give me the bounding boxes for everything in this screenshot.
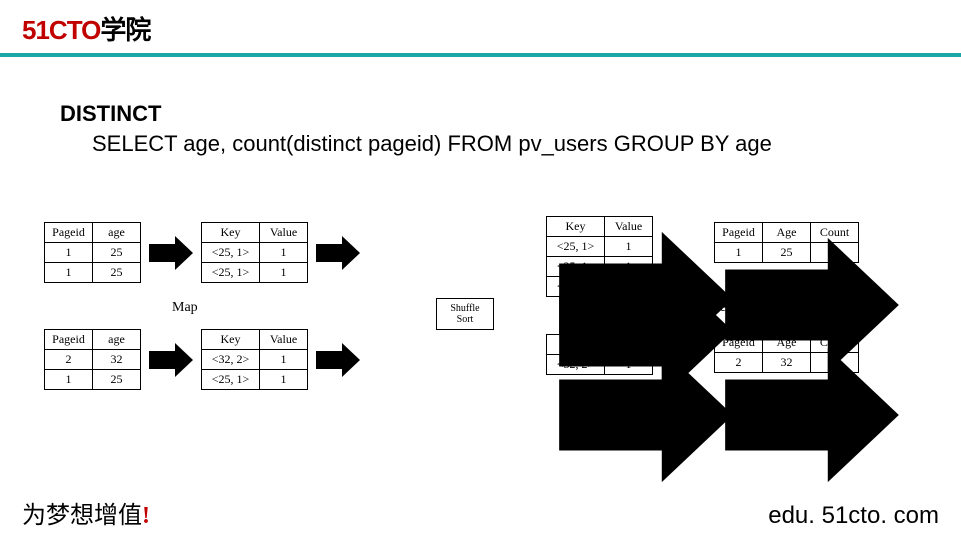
- arrow-icon: [496, 340, 544, 378]
- input-table-2: Pageidage 232 125: [44, 329, 141, 390]
- map-label: Map: [172, 300, 198, 316]
- output-table-1-wrap: PageidAgeCount 1251: [714, 222, 859, 263]
- arrow-icon: [147, 341, 195, 379]
- kv-table-2: KeyValue <32, 2>1 <25, 1>1: [201, 329, 308, 390]
- shuffled-table-2-wrap: KeyValue <32, 2>1: [546, 334, 653, 375]
- slide: 51CTO学院 DISTINCT SELECT age, count(disti…: [0, 0, 961, 540]
- mapreduce-diagram: Map Reduce Shuffle Sort Pageidage 125 12…: [44, 222, 924, 390]
- arrow-icon: [496, 256, 544, 294]
- shuffled-table-1: KeyValue <25, 1>1 <25, 1>1 <25, 1>1: [546, 216, 653, 297]
- footer-domain: edu. 51cto. com: [768, 502, 939, 530]
- section-title: DISTINCT: [60, 101, 901, 127]
- shuffle-label-2: Sort: [437, 314, 493, 325]
- output-table-1: PageidAgeCount 1251: [714, 222, 859, 263]
- input-table-1: Pageidage 125 125: [44, 222, 141, 283]
- content: DISTINCT SELECT age, count(distinct page…: [0, 57, 961, 157]
- slogan-bang: !: [142, 503, 150, 529]
- shuffle-label-1: Shuffle: [437, 303, 493, 314]
- brand-part-1: 51CTO: [22, 15, 100, 45]
- sql-statement: SELECT age, count(distinct pageid) FROM …: [60, 131, 901, 157]
- shuffle-box: Shuffle Sort: [436, 298, 494, 330]
- header: 51CTO学院: [0, 0, 961, 47]
- slogan-text: 为梦想增值: [22, 503, 142, 529]
- footer: 为梦想增值! edu. 51cto. com: [0, 495, 961, 530]
- slogan: 为梦想增值!: [22, 495, 150, 530]
- arrow-icon: [147, 234, 195, 272]
- arrow-icon: [314, 234, 362, 272]
- output-table-2-wrap: PageidAgeCount 2321: [714, 332, 859, 373]
- shuffled-table-2: KeyValue <32, 2>1: [546, 334, 653, 375]
- arrow-icon: [662, 340, 710, 378]
- arrow-icon: [314, 341, 362, 379]
- brand-logo: 51CTO学院: [22, 10, 961, 47]
- arrow-icon: [662, 230, 710, 268]
- output-table-2: PageidAgeCount 2321: [714, 332, 859, 373]
- kv-table-1: KeyValue <25, 1>1 <25, 1>1: [201, 222, 308, 283]
- brand-part-2: 学院: [100, 15, 150, 45]
- shuffled-table-1-wrap: KeyValue <25, 1>1 <25, 1>1 <25, 1>1: [546, 216, 653, 297]
